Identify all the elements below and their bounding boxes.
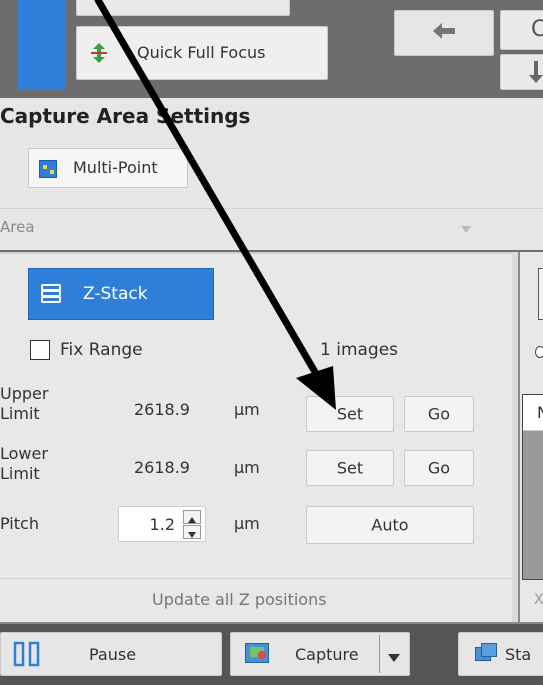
upper-limit-value: 2618.9 xyxy=(134,400,190,419)
pitch-value: 1.2 xyxy=(149,515,175,534)
right-panel-top-box xyxy=(538,268,543,320)
stepper-down-button[interactable] xyxy=(183,525,201,539)
start-icon xyxy=(475,643,501,663)
update-all-z-link[interactable]: Update all Z positions xyxy=(152,590,327,609)
fix-range-checkbox[interactable] xyxy=(30,340,50,360)
upper-set-button[interactable]: Set xyxy=(306,396,394,432)
pitch-stepper[interactable]: 1.2 xyxy=(118,506,206,542)
start-label: Sta xyxy=(505,645,532,664)
multipoint-icon xyxy=(39,160,57,178)
auto-button[interactable]: Auto xyxy=(306,506,474,544)
stepper-up-button[interactable] xyxy=(183,510,201,524)
capture-area-heading: Capture Area Settings xyxy=(0,104,251,128)
pitch-unit: µm xyxy=(234,514,260,533)
area-divider xyxy=(0,208,543,209)
update-divider xyxy=(0,578,512,579)
active-indicator xyxy=(18,0,66,90)
right-list: N xyxy=(522,394,543,580)
capture-icon xyxy=(245,643,269,663)
images-count: 1 images xyxy=(320,340,399,360)
list-header-letter: N xyxy=(537,403,543,422)
toolbar-button-right-top[interactable]: C xyxy=(500,10,543,50)
button-letter: C xyxy=(531,17,543,42)
multipoint-button[interactable]: Multi-Point xyxy=(28,148,188,188)
layers-icon xyxy=(39,281,63,305)
pause-button[interactable]: Pause xyxy=(0,632,222,676)
quick-full-focus-label: Quick Full Focus xyxy=(137,43,266,62)
pause-icon xyxy=(13,641,41,667)
capture-button[interactable]: Capture xyxy=(230,632,410,676)
right-panel-x: X xyxy=(534,592,543,608)
capture-label: Capture xyxy=(295,645,359,664)
quick-full-focus-button[interactable]: Quick Full Focus xyxy=(76,26,328,80)
pause-label: Pause xyxy=(89,645,137,664)
lower-go-button[interactable]: Go xyxy=(404,450,474,486)
toolbar-button-top[interactable] xyxy=(76,0,290,16)
arrow-left-button[interactable] xyxy=(394,10,494,56)
start-button[interactable]: Sta xyxy=(458,632,543,676)
focus-icon xyxy=(87,41,111,65)
toolbar-button-right-bottom[interactable] xyxy=(500,54,543,90)
multipoint-label: Multi-Point xyxy=(73,158,158,177)
upper-limit-label: Upper Limit xyxy=(0,384,49,423)
area-dropdown[interactable] xyxy=(300,212,480,242)
lower-limit-label: Lower Limit xyxy=(0,444,48,483)
lower-set-button[interactable]: Set xyxy=(306,450,394,486)
radio-button[interactable] xyxy=(535,346,543,358)
capture-divider xyxy=(379,635,380,673)
lower-limit-value: 2618.9 xyxy=(134,458,190,477)
pitch-label: Pitch xyxy=(0,514,39,533)
arrow-down-icon xyxy=(529,61,543,83)
fix-range-label: Fix Range xyxy=(60,340,143,360)
lower-limit-unit: µm xyxy=(234,458,260,477)
chevron-down-icon xyxy=(460,220,472,233)
zstack-tab[interactable]: Z-Stack xyxy=(28,268,214,320)
capture-dropdown-icon[interactable] xyxy=(387,649,401,662)
area-label: Area xyxy=(0,218,35,236)
zstack-tab-label: Z-Stack xyxy=(83,284,148,304)
upper-limit-unit: µm xyxy=(234,400,260,419)
arrow-left-icon xyxy=(433,23,455,39)
upper-go-button[interactable]: Go xyxy=(404,396,474,432)
